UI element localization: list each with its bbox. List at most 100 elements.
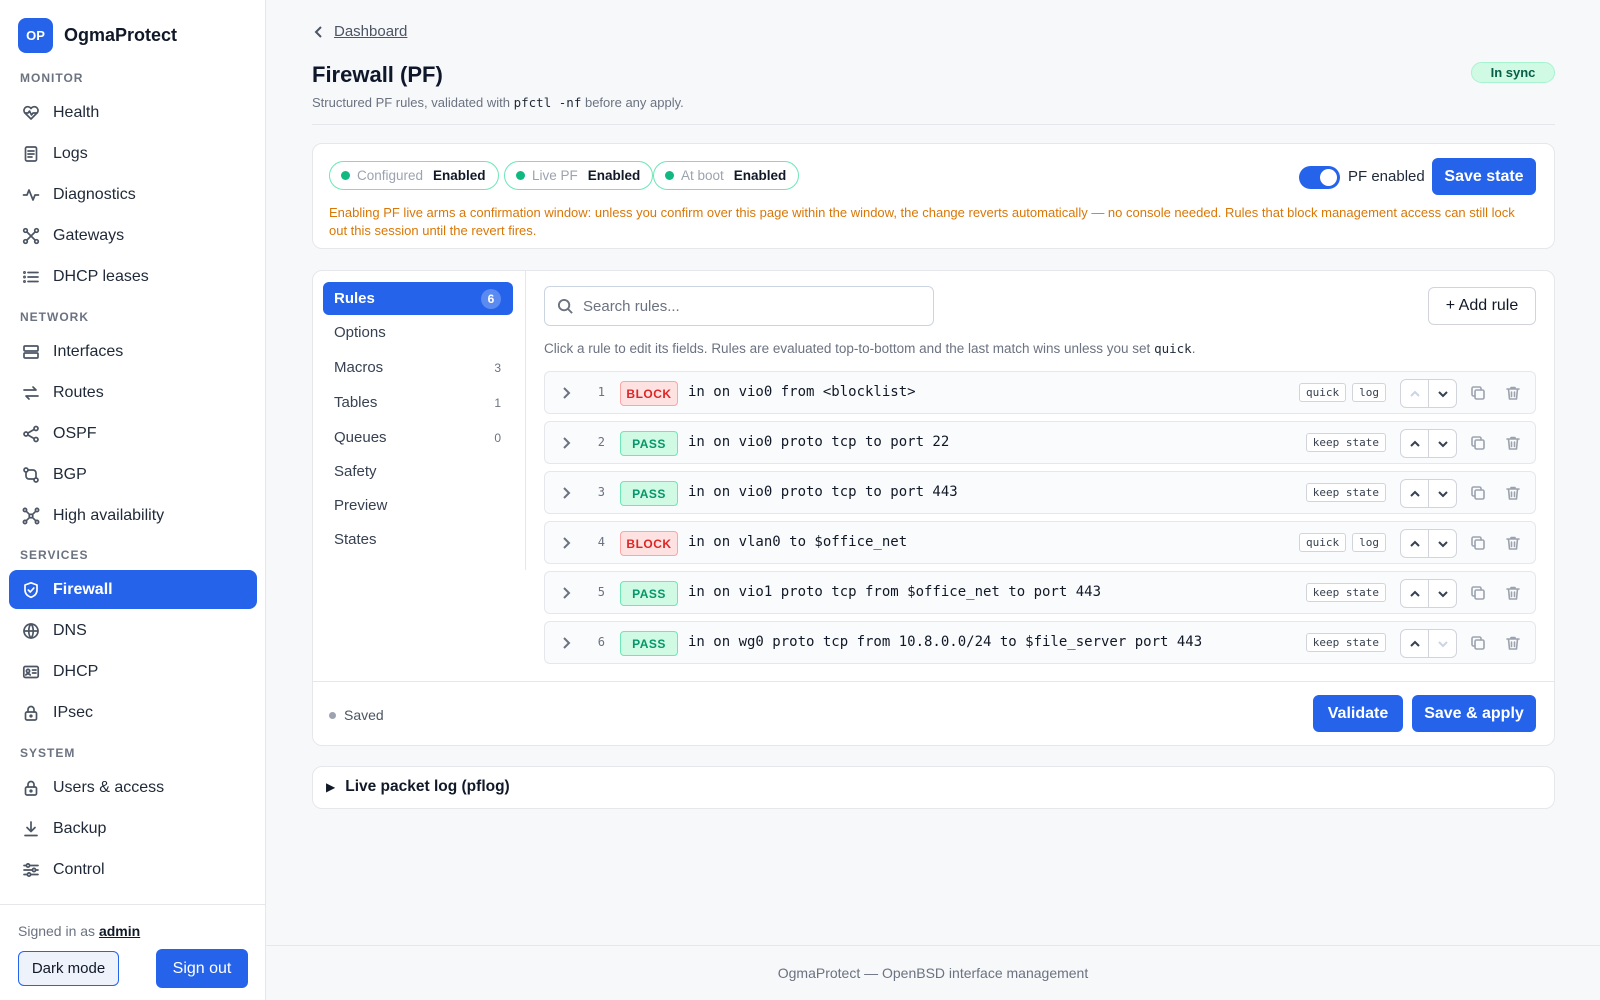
move-down-button[interactable] — [1429, 580, 1456, 607]
sidebar-item-label: DHCP leases — [53, 267, 149, 285]
rule-row[interactable]: 1 BLOCK in on vio0 from <blocklist> quick lo… — [544, 371, 1536, 414]
tab-count-badge: 3 — [494, 360, 501, 375]
tab-tables[interactable]: Tables 1 — [323, 386, 513, 419]
add-rule-button[interactable]: + Add rule — [1428, 287, 1536, 325]
rule-row[interactable]: 5 PASS in on vio1 proto tcp from $office_n… — [544, 571, 1536, 614]
chevron-right-icon[interactable] — [559, 536, 573, 550]
duplicate-icon[interactable] — [1470, 585, 1486, 601]
breadcrumb[interactable]: Dashboard — [312, 23, 407, 40]
tab-rules[interactable]: Rules 6 — [323, 282, 513, 315]
rule-tag: keep state — [1305, 633, 1386, 652]
trash-icon[interactable] — [1505, 635, 1521, 651]
rule-number: 2 — [597, 435, 605, 449]
rule-row[interactable]: 3 PASS in on vio0 proto tcp to port 443 kee… — [544, 471, 1536, 514]
move-up-button[interactable] — [1401, 430, 1429, 457]
status-pill-live-pf: Live PF Enabled — [504, 161, 654, 190]
duplicate-icon[interactable] — [1470, 435, 1486, 451]
sidebar-item-control[interactable]: Control — [9, 850, 257, 889]
trash-icon[interactable] — [1505, 435, 1521, 451]
duplicate-icon[interactable] — [1470, 485, 1486, 501]
save-apply-button[interactable]: Save & apply — [1412, 695, 1536, 732]
trash-icon[interactable] — [1505, 485, 1521, 501]
user-link[interactable]: admin — [99, 923, 140, 939]
heart-pulse-icon — [23, 105, 39, 120]
chevron-right-icon[interactable] — [559, 586, 573, 600]
sidebar-item-ipsec[interactable]: IPsec — [9, 693, 257, 732]
tab-states[interactable]: States — [323, 523, 513, 556]
lock-icon — [24, 780, 38, 796]
tab-queues[interactable]: Queues 0 — [323, 421, 513, 454]
hint-text-post: . — [1191, 341, 1196, 356]
status-pill-label: Configured — [357, 168, 424, 183]
chevron-right-icon[interactable] — [559, 636, 573, 650]
sidebar-item-users-access[interactable]: Users & access — [9, 768, 257, 807]
breadcrumb-dashboard-link[interactable]: Dashboard — [334, 23, 407, 40]
duplicate-icon[interactable] — [1470, 535, 1486, 551]
duplicate-icon[interactable] — [1470, 635, 1486, 651]
search-input[interactable]: Search rules... — [544, 286, 934, 326]
save-state-button[interactable]: Save state — [1432, 158, 1536, 195]
sidebar-item-dhcp[interactable]: DHCP — [9, 652, 257, 691]
chevron-up-icon — [1409, 490, 1420, 497]
tab-macros[interactable]: Macros 3 — [323, 351, 513, 384]
rule-row[interactable]: 6 PASS in on wg0 proto tcp from 10.8.0.0/2… — [544, 621, 1536, 664]
sidebar-item-backup[interactable]: Backup — [9, 809, 257, 848]
pflog-toggle[interactable]: ▶ Live packet log (pflog) — [326, 778, 510, 796]
tab-preview[interactable]: Preview — [323, 489, 513, 522]
rules-hint: Click a rule to edit its fields. Rules a… — [544, 341, 1195, 356]
route-icon — [23, 466, 39, 483]
move-up-button[interactable] — [1401, 530, 1429, 557]
chevron-right-icon[interactable] — [559, 436, 573, 450]
move-up-button[interactable] — [1401, 480, 1429, 507]
duplicate-icon[interactable] — [1470, 385, 1486, 401]
sidebar-item-firewall[interactable]: Firewall — [9, 570, 257, 609]
move-down-button[interactable] — [1429, 630, 1456, 657]
sidebar-item-interfaces[interactable]: Interfaces — [9, 332, 257, 371]
sidebar-item-bgp[interactable]: BGP — [9, 455, 257, 494]
rule-tag: keep state — [1305, 483, 1386, 502]
trash-icon[interactable] — [1505, 535, 1521, 551]
move-down-button[interactable] — [1429, 480, 1456, 507]
sliders-icon — [23, 862, 39, 877]
id-card-icon — [22, 665, 40, 678]
pf-enabled-toggle[interactable] — [1299, 166, 1340, 189]
route-x-icon — [22, 227, 40, 244]
sidebar-item-gateways[interactable]: Gateways — [9, 216, 257, 255]
rule-row[interactable]: 2 PASS in on vio0 proto tcp to port 22 keep… — [544, 421, 1536, 464]
move-up-button[interactable] — [1401, 630, 1429, 657]
sidebar-item-dhcp-leases[interactable]: DHCP leases — [9, 257, 257, 296]
rule-tags: quick log — [1299, 533, 1386, 552]
validate-button[interactable]: Validate — [1313, 695, 1403, 732]
move-down-button[interactable] — [1429, 380, 1456, 407]
rule-row[interactable]: 4 BLOCK in on vlan0 to $office_net quick log — [544, 521, 1536, 564]
pflog-title: Live packet log (pflog) — [345, 778, 510, 795]
sidebar-item-high-availability[interactable]: High availability — [9, 496, 257, 535]
trash-icon[interactable] — [1505, 385, 1521, 401]
chevron-down-icon — [1437, 440, 1448, 447]
chevron-down-icon — [1437, 540, 1448, 547]
move-up-button[interactable] — [1401, 580, 1429, 607]
tab-safety[interactable]: Safety — [323, 455, 513, 488]
sign-out-button[interactable]: Sign out — [156, 949, 248, 988]
rules-card-footer-divider — [312, 681, 1555, 682]
sidebar-item-diagnostics[interactable]: Diagnostics — [9, 175, 257, 214]
trash-icon[interactable] — [1505, 585, 1521, 601]
chevron-right-icon[interactable] — [559, 486, 573, 500]
sidebar-item-logs[interactable]: Logs — [9, 134, 257, 173]
brand-name: OgmaProtect — [64, 25, 178, 45]
globe-icon — [23, 622, 39, 639]
brand[interactable]: OP OgmaProtect — [18, 18, 177, 53]
move-up-button[interactable] — [1401, 380, 1429, 407]
rule-action-badge: PASS — [620, 581, 678, 606]
dark-mode-button[interactable]: Dark mode — [18, 951, 119, 986]
move-down-button[interactable] — [1429, 430, 1456, 457]
sidebar-item-routes[interactable]: Routes — [9, 373, 257, 412]
chevron-right-icon[interactable] — [559, 386, 573, 400]
sidebar-item-health[interactable]: Health — [9, 93, 257, 132]
sidebar-item-ospf[interactable]: OSPF — [9, 414, 257, 453]
tab-options[interactable]: Options — [323, 316, 513, 349]
sidebar-item-dns[interactable]: DNS — [9, 611, 257, 650]
chevron-left-icon — [314, 25, 322, 38]
rule-expression: in on vio0 from <blocklist> — [688, 384, 916, 400]
move-down-button[interactable] — [1429, 530, 1456, 557]
